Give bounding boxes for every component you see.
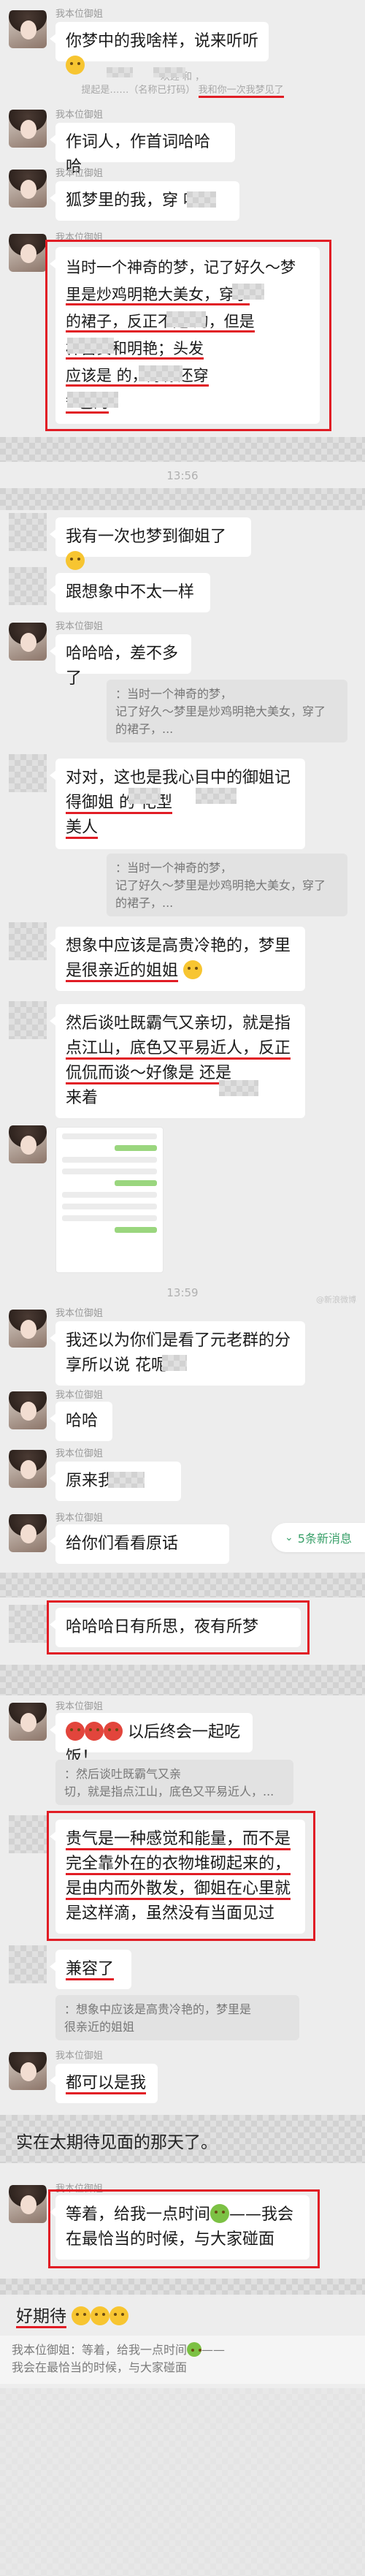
message-bubble[interactable]: 等着，给我一点时间 ——我会 在最恰当的时候，与大家碰面 [50, 2195, 310, 2260]
message-bubble[interactable]: 以后终会一起吃饭！ [50, 1713, 253, 1766]
thinking-emoji-icon [66, 551, 85, 570]
sender-name: 我本位御姐 [55, 2183, 104, 2194]
avatar[interactable] [9, 1310, 47, 1348]
reply-quote-bar[interactable]: 我本位御姐：等着，给我一点时间 —— 我会在最恰当的时候，与大家碰面 [0, 2336, 365, 2384]
avatar[interactable] [9, 1001, 47, 1039]
mosaic-redaction [196, 788, 237, 804]
sender-name: 我本位御姐 [55, 620, 104, 631]
sender-name: 我本位御姐 [55, 232, 104, 243]
mosaic-redaction [0, 1665, 365, 1695]
message-bubble[interactable]: 给你们看看原话 [50, 1524, 229, 1564]
avatar[interactable] [9, 754, 47, 792]
avatar[interactable] [9, 513, 47, 551]
sender-name: 我本位御姐 [55, 109, 104, 120]
quoted-message[interactable]: ：当时一个神奇的梦， 记了好久～梦里是炒鸡明艳大美女，穿了 的裙子，... [107, 680, 347, 742]
sender-name: 我本位御姐 [55, 1512, 104, 1523]
quoted-message[interactable]: ：想象中应该是高贵冷艳的，梦里是 很亲近的姐姐 [55, 1995, 299, 2040]
avatar[interactable] [9, 1815, 47, 1853]
message-bubble[interactable]: 哈哈哈日有所思，夜有所梦 [50, 1608, 301, 1647]
mosaic-redaction [67, 392, 118, 408]
angry-emoji-icon [104, 1722, 123, 1741]
system-notice: 提起是……（名称已打码） 我和你一次我梦见了 [44, 82, 321, 98]
message-bubble[interactable]: 跟想象中不太一样 [50, 573, 210, 612]
chevron-down-icon: ⌄ [285, 1532, 293, 1543]
watermark: @新浪微博 [316, 1295, 356, 1304]
sunglasses-emoji-icon [210, 2204, 230, 2223]
sender-name: 我本位御姐 [55, 167, 104, 178]
avatar[interactable] [9, 1945, 47, 1983]
message-text[interactable]: 好期待 [16, 2302, 129, 2330]
message-bubble[interactable]: 贵气是一种感觉和能量，而不是 完全靠外在的衣物堆砌起来的， 是由内而外散发，御姐… [50, 1820, 305, 1934]
sender-name: 我本位御姐 [55, 1701, 104, 1711]
sunglasses-emoji-icon [187, 2342, 202, 2357]
sender-name: 我本位御姐 [55, 1389, 104, 1400]
mosaic-redaction [187, 191, 216, 208]
message-bubble[interactable]: 我有一次也梦到御姐了 [50, 517, 251, 570]
message-bubble[interactable]: 兼容了 [50, 1950, 131, 1989]
avatar[interactable] [9, 2052, 47, 2090]
mosaic-redaction [0, 2388, 365, 2576]
sender-name: 我本位御姐 [55, 1448, 104, 1459]
grin-emoji-icon [183, 960, 203, 979]
avatar[interactable] [9, 170, 47, 208]
smile-emoji-icon [72, 2306, 91, 2325]
smile-emoji-icon [91, 2306, 110, 2325]
avatar[interactable] [9, 110, 47, 148]
sender-name: 我本位御姐 [55, 2050, 104, 2061]
mosaic-redaction [108, 1472, 145, 1488]
timestamp: 13:59 [166, 1286, 199, 1299]
mosaic-redaction [153, 67, 185, 77]
mosaic-redaction [67, 338, 114, 354]
avatar[interactable] [9, 1125, 47, 1163]
avatar[interactable] [9, 1605, 47, 1643]
quoted-message[interactable]: ：然后谈吐既霸气又亲 切，就是指点江山，底色又平易近人，... [55, 1760, 293, 1805]
mosaic-redaction [0, 2279, 365, 2295]
message-bubble[interactable]: 你梦中的我啥样，说来听听 [50, 22, 269, 75]
message-bubble[interactable]: 我还以为你们是看了元老群的分 享所以说 花呢 [50, 1321, 305, 1386]
avatar[interactable] [9, 1391, 47, 1429]
mosaic-redaction [139, 365, 182, 381]
mosaic-redaction [0, 437, 365, 462]
mosaic-redaction [166, 311, 206, 327]
avatar[interactable] [9, 623, 47, 661]
avatar[interactable] [9, 1514, 47, 1552]
avatar[interactable] [9, 10, 47, 48]
avatar[interactable] [9, 567, 47, 605]
screenshot-image[interactable] [55, 1127, 164, 1273]
new-messages-button[interactable]: ⌄ 5条新消息 [272, 1523, 365, 1552]
smile-emoji-icon [110, 2306, 129, 2325]
message-text[interactable]: 实在太期待见面的那天了。 [16, 2128, 218, 2153]
mosaic-redaction [232, 284, 264, 300]
message-bubble[interactable]: 哈哈 [50, 1402, 112, 1441]
message-bubble[interactable]: 然后谈吐既霸气又亲切，就是指 点江山，底色又平易近人，反正 侃侃而谈～好像是 还… [50, 1004, 305, 1118]
sender-name: 我本位御姐 [55, 1307, 104, 1318]
mosaic-redaction [0, 488, 365, 510]
timestamp: 13:56 [166, 469, 199, 482]
message-bubble[interactable]: 对对，这也是我心目中的御姐记 得御姐 的 花型 美人 [50, 759, 305, 849]
message-bubble[interactable]: 哈哈哈，差不多了 [50, 634, 191, 688]
message-bubble[interactable]: 作词人，作首词哈哈哈 [50, 123, 235, 176]
angry-emoji-icon [85, 1722, 104, 1741]
mosaic-redaction [219, 1080, 258, 1096]
angry-emoji-icon [66, 1722, 85, 1741]
avatar[interactable] [9, 2185, 47, 2223]
sender-name: 我本位御姐 [55, 8, 104, 19]
avatar[interactable] [9, 922, 47, 960]
avatar[interactable] [9, 1703, 47, 1741]
mosaic-redaction [128, 788, 161, 804]
message-bubble[interactable]: 想象中应该是高贵冷艳的，梦里 是很亲近的姐姐 [50, 927, 305, 991]
mosaic-redaction [0, 1573, 365, 1597]
avatar[interactable] [9, 1450, 47, 1488]
mosaic-redaction [162, 1355, 187, 1371]
avatar[interactable] [9, 234, 47, 272]
quoted-message[interactable]: ：当时一个神奇的梦， 记了好久～梦里是炒鸡明艳大美女，穿了 的裙子，... [107, 854, 347, 916]
message-bubble[interactable]: 都可以是我 [50, 2064, 158, 2103]
mosaic-redaction [107, 67, 133, 77]
